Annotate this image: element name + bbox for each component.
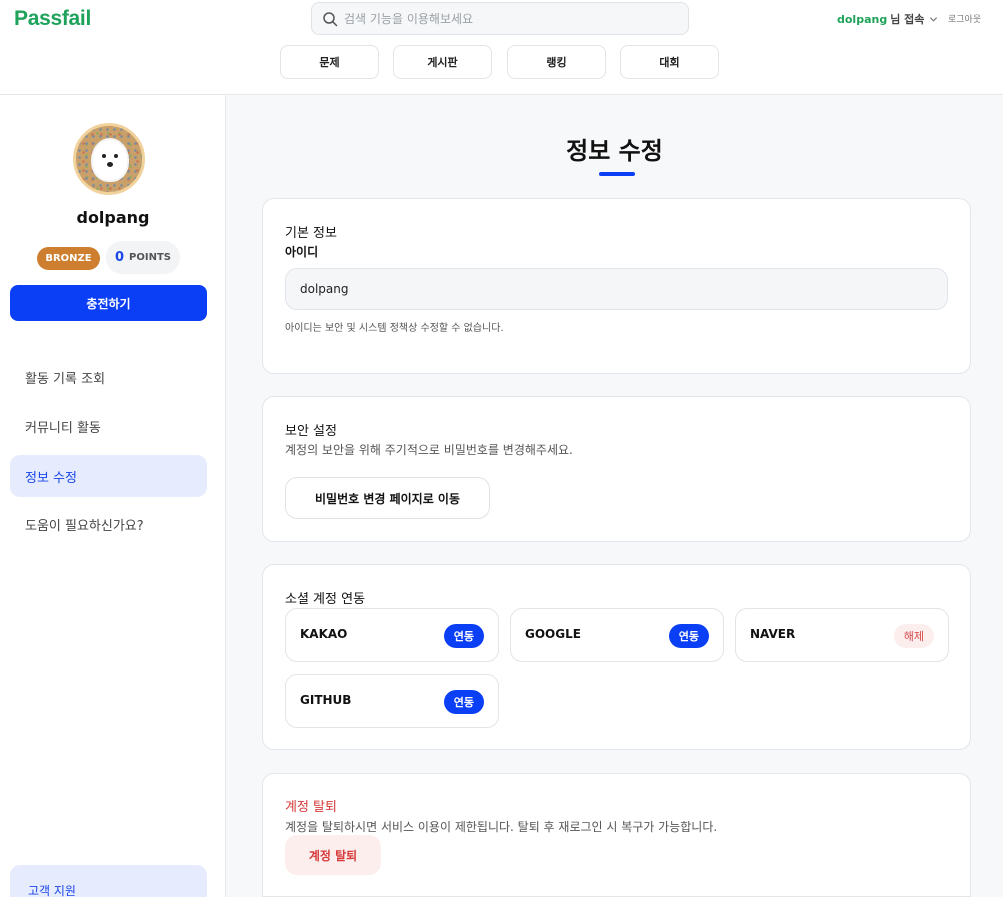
change-password-button[interactable]: 비밀번호 변경 페이지로 이동: [285, 477, 490, 519]
tier-badge: BRONZE: [37, 247, 100, 270]
social-name: NAVER: [750, 627, 796, 641]
nav-problems[interactable]: 문제: [280, 45, 379, 79]
basic-info-title: 기본 정보: [285, 226, 337, 241]
security-desc: 계정의 보안을 위해 주기적으로 비밀번호를 변경해주세요.: [285, 443, 573, 457]
withdraw-button[interactable]: 계정 탈퇴: [285, 835, 381, 875]
withdraw-card: 계정 탈퇴 계정을 탈퇴하시면 서비스 이용이 제한됩니다. 탈퇴 후 재로그인…: [262, 773, 971, 897]
search-bar[interactable]: [311, 2, 689, 35]
logo[interactable]: Passfail: [14, 7, 91, 31]
avatar: [73, 123, 145, 195]
page-title: 정보 수정: [566, 137, 663, 165]
social-item-github: GITHUB 연동: [285, 674, 499, 728]
link-status-button[interactable]: 연동: [668, 624, 709, 648]
sidebar: dolpang BRONZE 0 POINTS 충전하기 활동 기록 조회 커뮤…: [0, 95, 226, 897]
social-item-google: GOOGLE 연동: [510, 608, 724, 662]
dog-face: [93, 140, 127, 180]
points-value: 0: [115, 250, 125, 265]
points-label: POINTS: [129, 252, 171, 263]
logout-link[interactable]: 로그아웃: [948, 12, 981, 25]
withdraw-title: 계정 탈퇴: [285, 800, 337, 815]
social-name: GOOGLE: [525, 627, 581, 641]
id-hint: 아이디는 보안 및 시스템 정책상 수정할 수 없습니다.: [285, 323, 504, 334]
social-name: GITHUB: [300, 693, 352, 707]
link-status-button[interactable]: 연동: [443, 690, 484, 714]
title-underline: [599, 172, 635, 176]
sidebar-item-edit-info[interactable]: 정보 수정: [10, 455, 207, 497]
social-title: 소셜 계정 연동: [285, 592, 366, 607]
basic-info-card: 기본 정보 아이디 아이디는 보안 및 시스템 정책상 수정할 수 없습니다.: [262, 198, 971, 374]
charge-button[interactable]: 충전하기: [10, 285, 207, 321]
withdraw-desc: 계정을 탈퇴하시면 서비스 이용이 제한됩니다. 탈퇴 후 재로그인 시 복구가…: [285, 820, 718, 834]
top-header: Passfail dolpang 님 접속 로그아웃 문제 게시판 랭킹 대회: [0, 0, 1003, 95]
user-name: dolpang: [837, 12, 888, 26]
social-card: 소셜 계정 연동 KAKAO 연동 GOOGLE 연동 NAVER 해제 GIT…: [262, 564, 971, 750]
social-name: KAKAO: [300, 627, 348, 641]
id-label: 아이디: [285, 245, 319, 259]
social-item-kakao: KAKAO 연동: [285, 608, 499, 662]
user-menu[interactable]: dolpang 님 접속: [837, 11, 938, 27]
sidebar-item-community[interactable]: 커뮤니티 활동: [10, 405, 207, 447]
id-field[interactable]: [285, 268, 948, 310]
profile-username: dolpang: [76, 208, 150, 227]
sidebar-item-activity[interactable]: 활동 기록 조회: [10, 356, 207, 398]
sidebar-item-help[interactable]: 도움이 필요하신가요?: [10, 503, 207, 545]
dog-nose: [107, 162, 113, 167]
nav-contest[interactable]: 대회: [620, 45, 719, 79]
security-card: 보안 설정 계정의 보안을 위해 주기적으로 비밀번호를 변경해주세요. 비밀번…: [262, 396, 971, 542]
nav-board[interactable]: 게시판: [393, 45, 492, 79]
nav-ranking[interactable]: 랭킹: [507, 45, 606, 79]
support-button[interactable]: 고객 지원: [10, 865, 207, 897]
link-status-button[interactable]: 연동: [443, 624, 484, 648]
chevron-down-icon: [930, 16, 938, 22]
search-input[interactable]: [344, 11, 664, 26]
social-item-naver: NAVER 해제: [735, 608, 949, 662]
user-suffix: 님 접속: [890, 13, 925, 26]
security-title: 보안 설정: [285, 424, 337, 439]
unlink-status-button[interactable]: 해제: [893, 624, 934, 648]
search-icon: [323, 11, 338, 26]
points-pill: 0 POINTS: [106, 241, 180, 274]
